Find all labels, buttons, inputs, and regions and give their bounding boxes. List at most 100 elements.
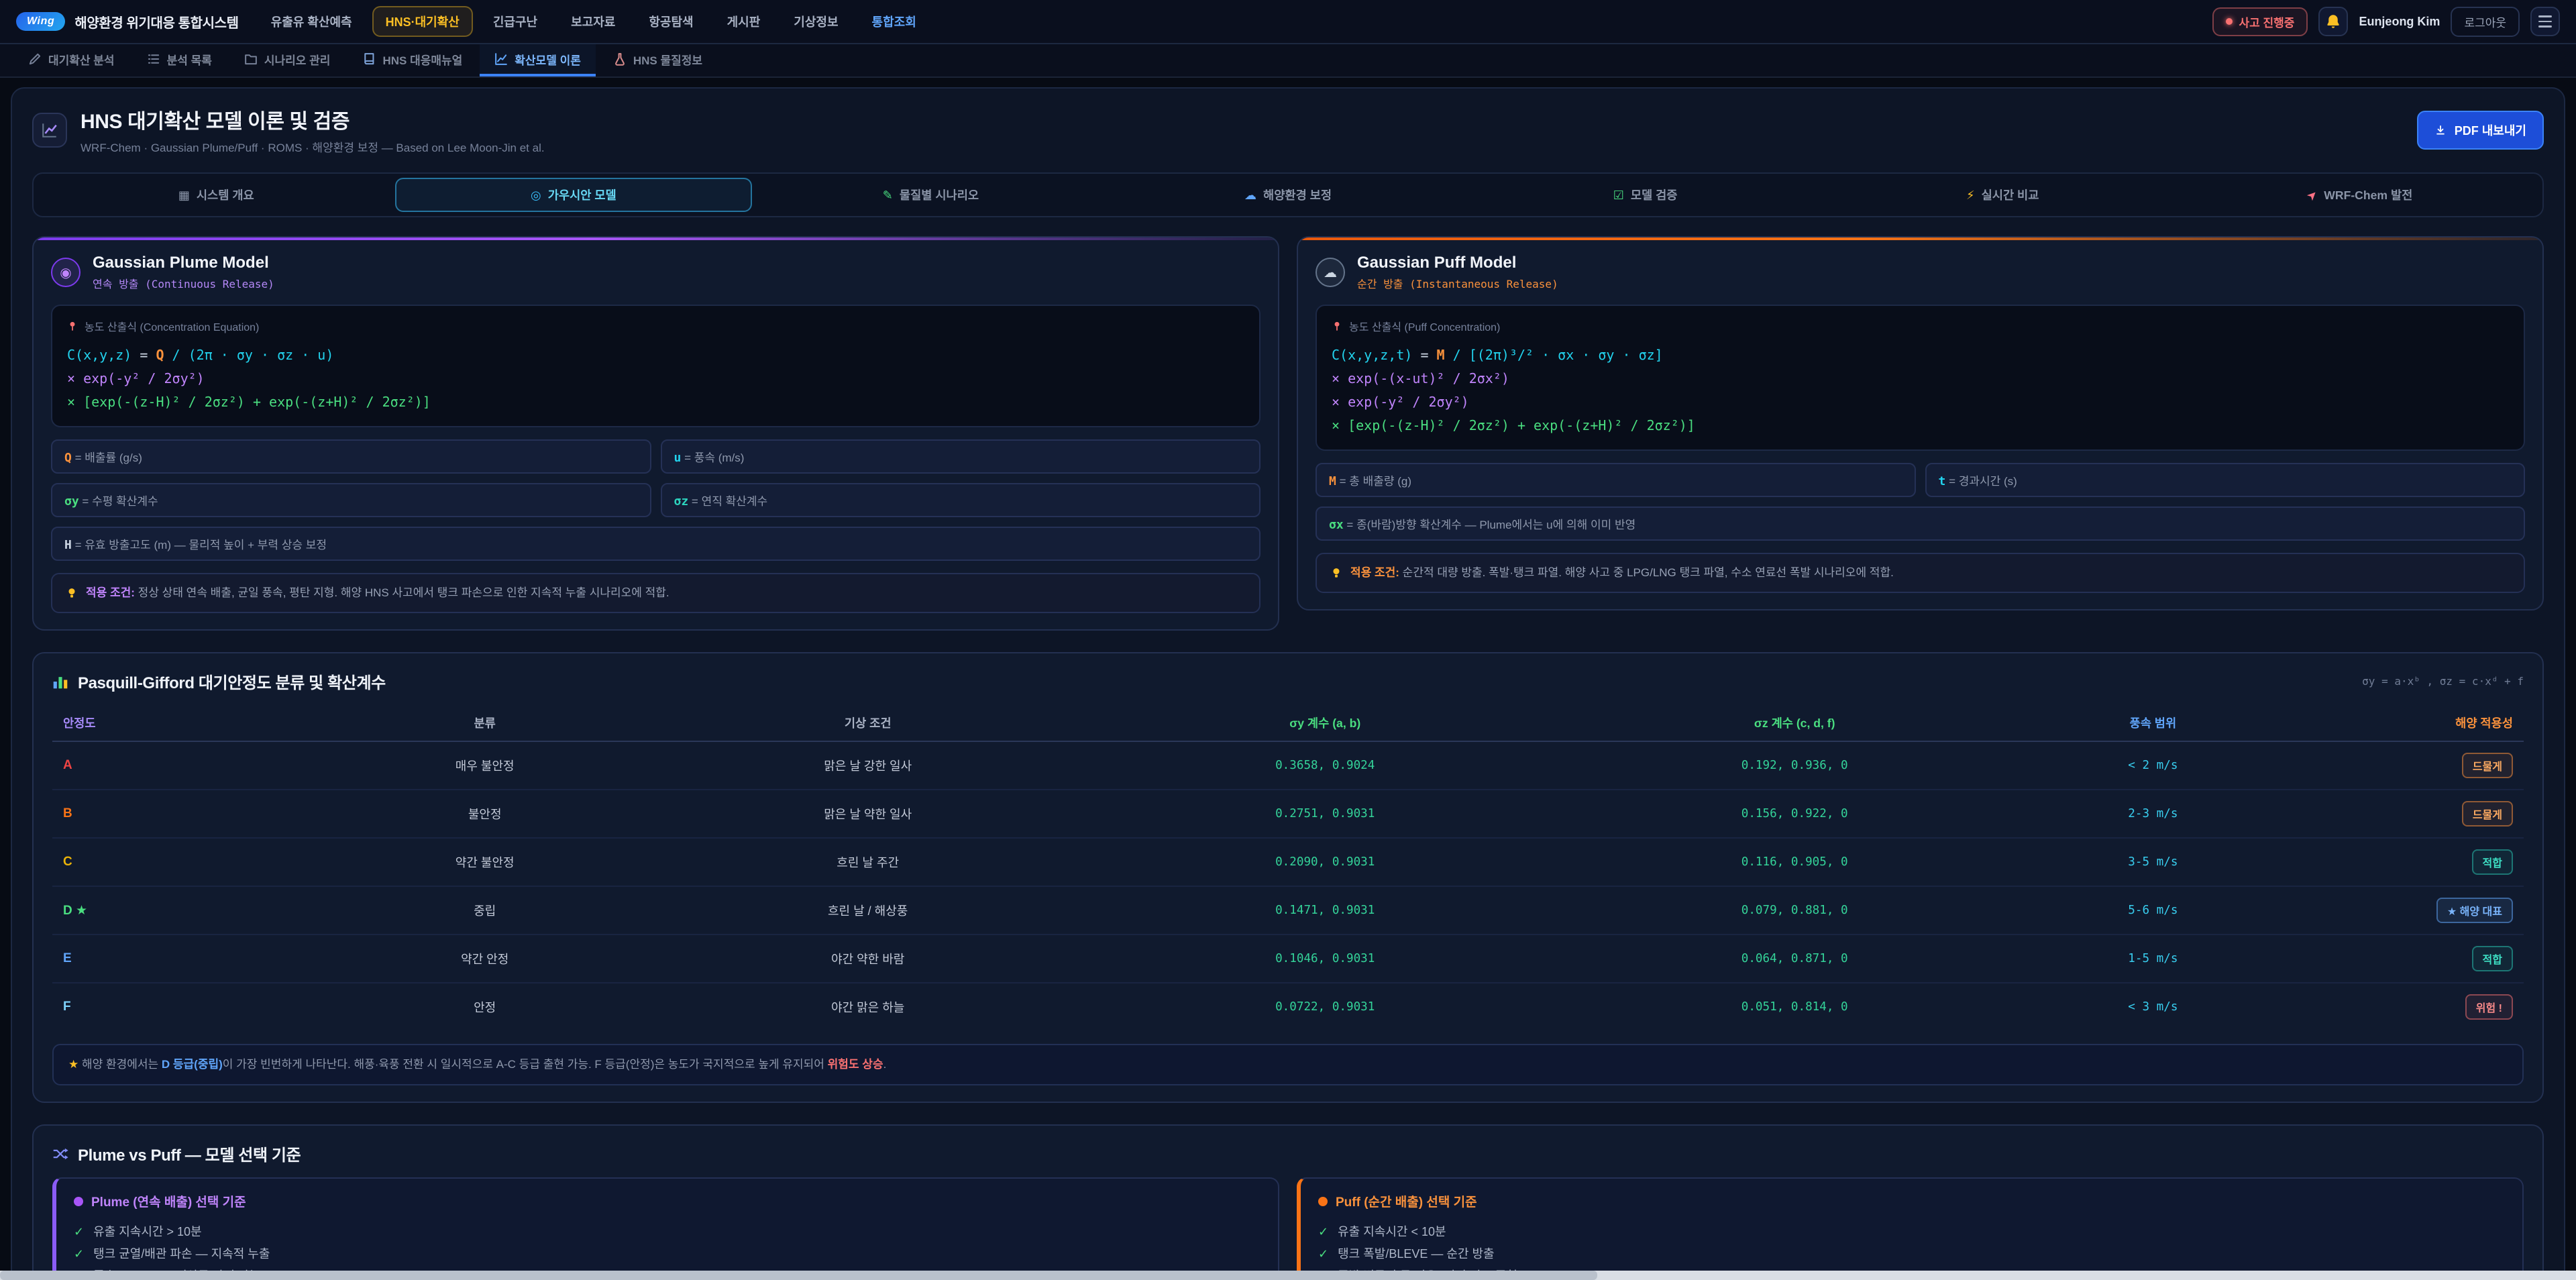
pdf-export-label: PDF 내보내기 bbox=[2455, 121, 2526, 139]
criteria-item: ✓탱크 균열/배관 파손 — 지속적 누출 bbox=[74, 1243, 1260, 1265]
plume-criteria-heading: Plume (연속 배출) 선택 기준 bbox=[74, 1192, 1260, 1210]
col-weather: 기상 조건 bbox=[645, 705, 1090, 741]
applicability-badge: 위험 ! bbox=[2465, 994, 2513, 1020]
puff-title: Gaussian Puff Model bbox=[1357, 254, 1558, 272]
sub-navbar: 대기확산 분석 분석 목록 시나리오 관리 HNS 대응매뉴얼 확산모델 이론 … bbox=[0, 44, 2576, 78]
table-footnote: ★ 해양 환경에서는 D 등급(중립)이 가장 빈번하게 나타난다. 해풍·육풍… bbox=[52, 1044, 2524, 1085]
subnav-hns-substance-info[interactable]: HNS 물질정보 bbox=[598, 44, 717, 76]
applicability-cell: 적합 bbox=[2277, 838, 2524, 886]
nav-hns-dispersion[interactable]: HNS·대기확산 bbox=[372, 6, 473, 37]
param-desc: = 연직 확산계수 bbox=[692, 495, 767, 508]
table-row: D ★ 중립 흐린 날 / 해상풍 0.1471, 0.9031 0.079, … bbox=[52, 886, 2524, 935]
subnav-scenario-management[interactable]: 시나리오 관리 bbox=[229, 44, 345, 76]
table-row: E 약간 안정 야간 약한 바람 0.1046, 0.9031 0.064, 0… bbox=[52, 935, 2524, 983]
weather-cell: 흐린 날 주간 bbox=[645, 838, 1090, 886]
check-icon: ✓ bbox=[1318, 1243, 1328, 1265]
page-header: HNS 대기확산 모델 이론 및 검증 WRF-Chem · Gaussian … bbox=[32, 105, 2544, 155]
tab-marine-correction[interactable]: ☁해양환경 보정 bbox=[1110, 178, 1467, 212]
sigma-y-cell: 0.2751, 0.9031 bbox=[1090, 790, 1560, 838]
sigma-z-cell: 0.192, 0.936, 0 bbox=[1560, 741, 2029, 790]
page-title: HNS 대기확산 모델 이론 및 검증 bbox=[80, 105, 545, 134]
param-Q: Q = 배출률 (g/s) bbox=[51, 439, 651, 474]
scrollbar-thumb[interactable] bbox=[0, 1271, 1597, 1280]
col-marine-applicability: 해양 적용성 bbox=[2277, 705, 2524, 741]
class-cell: 중립 bbox=[324, 886, 645, 935]
tab-label: WRF-Chem 발전 bbox=[2324, 186, 2412, 203]
nav-oil-spill-forecast[interactable]: 유출유 확산예측 bbox=[258, 6, 366, 37]
app-logo[interactable]: Wing 해양환경 위기대응 통합시스템 bbox=[16, 12, 239, 32]
wind-cell: 3-5 m/s bbox=[2029, 838, 2276, 886]
param-desc: = 수평 확산계수 bbox=[82, 495, 158, 508]
check-icon: ✓ bbox=[74, 1221, 84, 1243]
incident-status-badge[interactable]: 사고 진행중 bbox=[2212, 7, 2308, 36]
puff-application-note: 적용 조건: 순간적 대량 방출. 폭발·탱크 파열. 해양 사고 중 LPG/… bbox=[1316, 553, 2525, 593]
applicability-badge: ★ 해양 대표 bbox=[2436, 898, 2513, 923]
grade-cell: E bbox=[52, 935, 324, 983]
weather-cell: 맑은 날 강한 일사 bbox=[645, 741, 1090, 790]
section-tabs: ▦ 시스템 개요 ◎가우시안 모델 ✎물질별 시나리오 ☁해양환경 보정 ☑모델 … bbox=[32, 172, 2544, 217]
notifications-button[interactable] bbox=[2318, 7, 2348, 36]
table-row: F 안정 야간 맑은 하늘 0.0722, 0.9031 0.051, 0.81… bbox=[52, 983, 2524, 1030]
subnav-analysis-list[interactable]: 분석 목록 bbox=[132, 44, 227, 76]
class-cell: 매우 불안정 bbox=[324, 741, 645, 790]
wind-cell: < 2 m/s bbox=[2029, 741, 2276, 790]
nav-weather-info[interactable]: 기상정보 bbox=[780, 6, 851, 37]
rocket-icon: ➤ bbox=[2304, 187, 2320, 203]
target-icon: ◎ bbox=[531, 189, 541, 201]
flask-icon bbox=[613, 52, 627, 66]
tab-model-validation[interactable]: ☑모델 검증 bbox=[1466, 178, 1824, 212]
nav-board[interactable]: 게시판 bbox=[714, 6, 774, 37]
table-row: B 불안정 맑은 날 약한 일사 0.2751, 0.9031 0.156, 0… bbox=[52, 790, 2524, 838]
pdf-export-button[interactable]: PDF 내보내기 bbox=[2417, 111, 2544, 150]
grade-cell: F bbox=[52, 983, 324, 1030]
tab-realtime-comparison[interactable]: ⚡실시간 비교 bbox=[1824, 178, 2182, 212]
criteria-heading-text: Puff (순간 배출) 선택 기준 bbox=[1336, 1192, 1477, 1210]
nav-emergency-rescue[interactable]: 긴급구난 bbox=[480, 6, 551, 37]
grade-cell: A bbox=[52, 741, 324, 790]
param-desc: = 종(바람)방향 확산계수 — Plume에서는 u에 의해 이미 반영 bbox=[1346, 519, 1635, 531]
tab-wrf-chem[interactable]: ➤WRF-Chem 발전 bbox=[2181, 178, 2538, 212]
wind-cell: < 3 m/s bbox=[2029, 983, 2276, 1030]
subnav-label: 분석 목록 bbox=[167, 51, 212, 68]
tab-substance-scenarios[interactable]: ✎물질별 시나리오 bbox=[752, 178, 1110, 212]
tab-system-overview[interactable]: ▦ 시스템 개요 bbox=[38, 178, 395, 212]
plume-card-header: ◉ Gaussian Plume Model 연속 방출 (Continuous… bbox=[51, 254, 1260, 291]
applicability-badge: 드물게 bbox=[2462, 801, 2513, 826]
weather-cell: 흐린 날 / 해상풍 bbox=[645, 886, 1090, 935]
subnav-dispersion-analysis[interactable]: 대기확산 분석 bbox=[13, 44, 129, 76]
plume-equation-block: 농도 산출식 (Concentration Equation) C(x,y,z)… bbox=[51, 305, 1260, 427]
incident-label: 사고 진행중 bbox=[2239, 13, 2295, 30]
applicability-cell: 드물게 bbox=[2277, 741, 2524, 790]
plume-parameters: Q = 배출률 (g/s) u = 풍속 (m/s) σy = 수평 확산계수 … bbox=[51, 439, 1260, 561]
sigma-y-cell: 0.3658, 0.9024 bbox=[1090, 741, 1560, 790]
sigma-y-cell: 0.2090, 0.9031 bbox=[1090, 838, 1560, 886]
logout-button[interactable]: 로그아웃 bbox=[2451, 7, 2520, 37]
menu-button[interactable] bbox=[2530, 7, 2560, 36]
gaussian-plume-card: ◉ Gaussian Plume Model 연속 방출 (Continuous… bbox=[32, 236, 1279, 631]
bottom-scrollbar[interactable] bbox=[0, 1271, 2576, 1280]
download-icon bbox=[2434, 124, 2447, 136]
wind-cell: 2-3 m/s bbox=[2029, 790, 2276, 838]
criteria-heading-text: Plume (연속 배출) 선택 기준 bbox=[91, 1192, 246, 1210]
equation-label-text: 농도 산출식 (Puff Concentration) bbox=[1349, 318, 1500, 334]
stability-table-card: Pasquill-Gifford 대기안정도 분류 및 확산계수 σy = a·… bbox=[32, 652, 2544, 1103]
nav-aerial-search[interactable]: 항공탐색 bbox=[635, 6, 706, 37]
top-navbar: Wing 해양환경 위기대응 통합시스템 유출유 확산예측 HNS·대기확산 긴… bbox=[0, 0, 2576, 44]
nav-integrated-search[interactable]: 통합조회 bbox=[859, 6, 930, 37]
subnav-dispersion-model-theory[interactable]: 확산모델 이론 bbox=[480, 44, 596, 76]
purple-circle-icon bbox=[74, 1197, 83, 1206]
tab-label: 시스템 개요 bbox=[197, 186, 254, 203]
weather-cell: 야간 맑은 하늘 bbox=[645, 983, 1090, 1030]
cloud-icon: ☁ bbox=[1244, 189, 1256, 201]
class-cell: 안정 bbox=[324, 983, 645, 1030]
param-t: t = 경과시간 (s) bbox=[1925, 463, 2526, 497]
subnav-hns-response-manual[interactable]: HNS 대응매뉴얼 bbox=[347, 44, 477, 76]
wind-cell: 1-5 m/s bbox=[2029, 935, 2276, 983]
nav-reports[interactable]: 보고자료 bbox=[557, 6, 629, 37]
weather-cell: 야간 약한 바람 bbox=[645, 935, 1090, 983]
col-sigma-y: σy 계수 (a, b) bbox=[1090, 705, 1560, 741]
grid-icon: ▦ bbox=[178, 189, 190, 201]
list-icon bbox=[147, 52, 160, 66]
logo-icon: Wing bbox=[16, 12, 65, 31]
tab-gaussian-model[interactable]: ◎가우시안 모델 bbox=[395, 178, 753, 212]
